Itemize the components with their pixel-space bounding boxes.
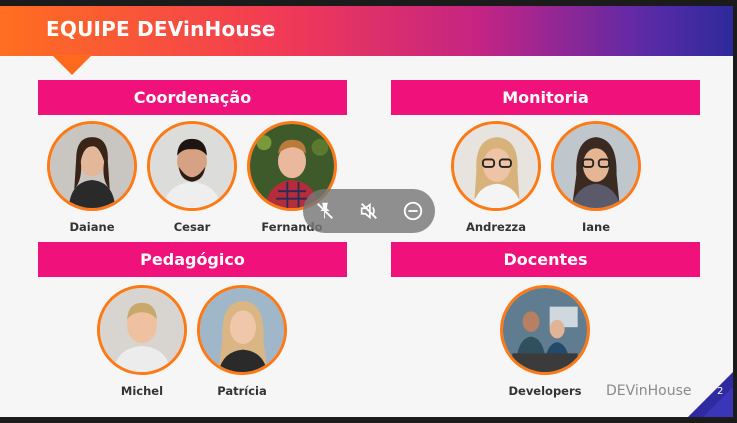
avatar-michel [97, 285, 187, 375]
minus-circle-icon[interactable] [402, 200, 424, 222]
mic-off-icon[interactable] [314, 200, 336, 222]
audio-off-icon[interactable] [358, 200, 380, 222]
section-docentes: Docentes [391, 242, 700, 277]
name-daiane: Daiane [69, 220, 115, 234]
slide-title: EQUIPE DEVinHouse [46, 17, 276, 41]
name-andrezza: Andrezza [466, 220, 526, 234]
header-notch [52, 55, 92, 75]
avatar-patricia [197, 285, 287, 375]
name-developers: Developers [508, 384, 582, 398]
section-pedagogico: Pedagógico [38, 242, 347, 277]
avatar-daiane [47, 121, 137, 211]
slide: EQUIPE DEVinHouse Coordenação Monitoria … [0, 0, 737, 423]
avatar-developers [500, 285, 590, 375]
name-patricia: Patrícia [217, 384, 267, 398]
avatar-andrezza [451, 121, 541, 211]
avatar-iane [551, 121, 641, 211]
section-coordenacao: Coordenação [38, 80, 347, 115]
section-monitoria: Monitoria [391, 80, 700, 115]
footer-brand: DEVinHouse [606, 383, 692, 399]
name-cesar: Cesar [173, 220, 211, 234]
page-number: 2 [717, 386, 724, 397]
media-controls-overlay [303, 189, 435, 233]
name-iane: Iane [581, 220, 611, 234]
name-michel: Michel [120, 384, 164, 398]
avatar-cesar [147, 121, 237, 211]
